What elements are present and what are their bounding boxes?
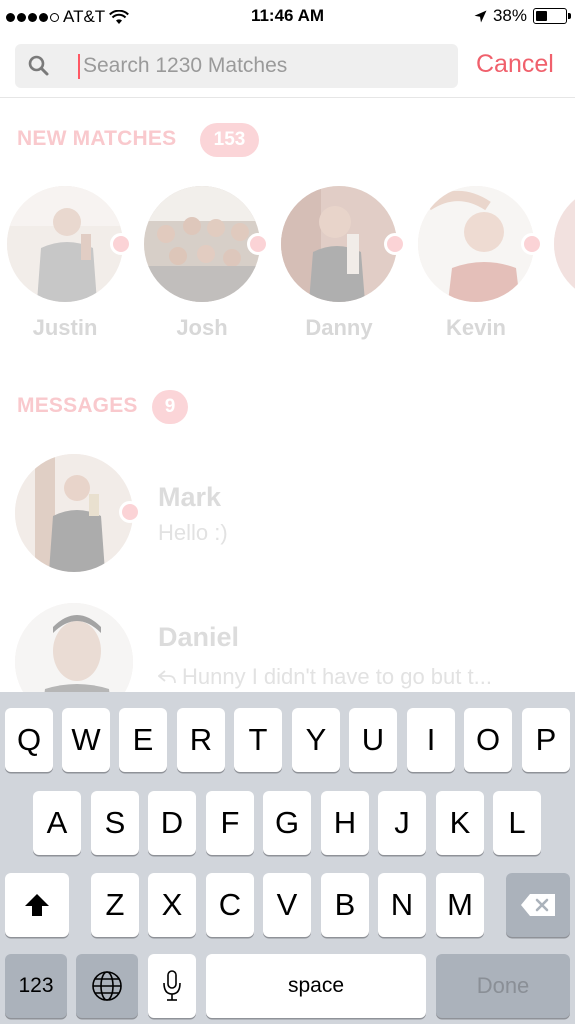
new-matches-count-badge: 153 — [200, 123, 259, 157]
message-sender: Daniel — [158, 622, 240, 652]
message-preview-row: Hunny I didn't have to go but t... — [158, 664, 492, 690]
key-p[interactable]: P — [522, 708, 570, 772]
search-bar: Cancel — [0, 34, 575, 98]
match-name: Kevin — [446, 315, 506, 340]
location-arrow-icon — [474, 10, 487, 22]
key-q[interactable]: Q — [5, 708, 53, 772]
unread-dot — [119, 501, 141, 523]
avatar-photo — [7, 186, 123, 302]
key-b[interactable]: B — [321, 873, 369, 937]
key-m[interactable]: M — [436, 873, 484, 937]
cancel-button[interactable]: Cancel — [476, 50, 554, 79]
avatar — [15, 603, 133, 693]
message-preview: Hunny I didn't have to go but t... — [182, 664, 492, 689]
avatar — [554, 186, 575, 302]
key-n[interactable]: N — [378, 873, 426, 937]
key-k[interactable]: K — [436, 791, 484, 855]
match-item-partial[interactable] — [554, 186, 575, 302]
key-z[interactable]: Z — [91, 873, 139, 937]
globe-key[interactable] — [76, 954, 138, 1018]
delete-key[interactable] — [506, 873, 570, 937]
microphone-icon — [163, 970, 181, 1001]
avatar-photo — [144, 186, 260, 302]
shift-key[interactable] — [5, 873, 69, 937]
key-v[interactable]: V — [263, 873, 311, 937]
key-h[interactable]: H — [321, 791, 369, 855]
done-key[interactable]: Done — [436, 954, 570, 1018]
status-right: 38% — [474, 6, 571, 26]
battery-icon — [533, 8, 571, 24]
search-input[interactable] — [81, 44, 441, 88]
avatar — [281, 186, 397, 302]
avatar-photo — [418, 186, 534, 302]
unread-dot — [521, 233, 543, 255]
avatar — [15, 454, 133, 572]
search-icon — [28, 55, 49, 76]
message-preview: Hello :) — [158, 520, 228, 545]
reply-arrow-icon — [158, 670, 176, 684]
key-x[interactable]: X — [148, 873, 196, 937]
space-key[interactable]: space — [206, 954, 426, 1018]
keyboard: Q W E R T Y U I O P A S D F G H J K L Z … — [0, 692, 575, 1024]
shift-arrow-icon — [25, 894, 49, 916]
key-c[interactable]: C — [206, 873, 254, 937]
match-item[interactable]: Justin — [7, 186, 132, 340]
message-sender: Mark — [158, 482, 222, 512]
key-y[interactable]: Y — [292, 708, 340, 772]
match-item[interactable]: Danny — [281, 186, 406, 340]
avatar-photo — [15, 603, 133, 693]
globe-icon — [92, 971, 122, 1001]
key-a[interactable]: A — [33, 791, 81, 855]
key-f[interactable]: F — [206, 791, 254, 855]
key-e[interactable]: E — [119, 708, 167, 772]
messages-count-badge: 9 — [152, 390, 188, 424]
unread-dot — [247, 233, 269, 255]
messages-heading: MESSAGES — [17, 394, 138, 417]
avatar-photo — [15, 454, 133, 572]
backspace-icon — [521, 894, 555, 916]
search-field[interactable] — [15, 44, 458, 88]
key-d[interactable]: D — [148, 791, 196, 855]
match-name: Justin — [32, 315, 98, 340]
key-l[interactable]: L — [493, 791, 541, 855]
avatar — [7, 186, 123, 302]
key-g[interactable]: G — [263, 791, 311, 855]
avatar — [418, 186, 534, 302]
new-matches-heading: NEW MATCHES — [17, 127, 177, 150]
key-o[interactable]: O — [464, 708, 512, 772]
match-name: Danny — [305, 315, 373, 340]
message-row[interactable]: Mark Hello :) — [15, 454, 575, 574]
match-item[interactable]: Josh — [144, 186, 269, 340]
message-row[interactable]: Daniel Hunny I didn't have to go but t..… — [15, 603, 575, 693]
key-j[interactable]: J — [378, 791, 426, 855]
match-name: Josh — [176, 315, 228, 340]
match-item[interactable]: Kevin — [418, 186, 543, 340]
avatar — [144, 186, 260, 302]
key-r[interactable]: R — [177, 708, 225, 772]
status-bar: AT&T 11:46 AM 38% — [0, 0, 575, 34]
key-u[interactable]: U — [349, 708, 397, 772]
key-t[interactable]: T — [234, 708, 282, 772]
numbers-key[interactable]: 123 — [5, 954, 67, 1018]
unread-dot — [110, 233, 132, 255]
text-cursor — [78, 54, 80, 79]
dictation-key[interactable] — [148, 954, 196, 1018]
key-i[interactable]: I — [407, 708, 455, 772]
key-w[interactable]: W — [62, 708, 110, 772]
battery-percent: 38% — [492, 6, 527, 25]
unread-dot — [384, 233, 406, 255]
key-s[interactable]: S — [91, 791, 139, 855]
avatar-photo — [281, 186, 397, 302]
